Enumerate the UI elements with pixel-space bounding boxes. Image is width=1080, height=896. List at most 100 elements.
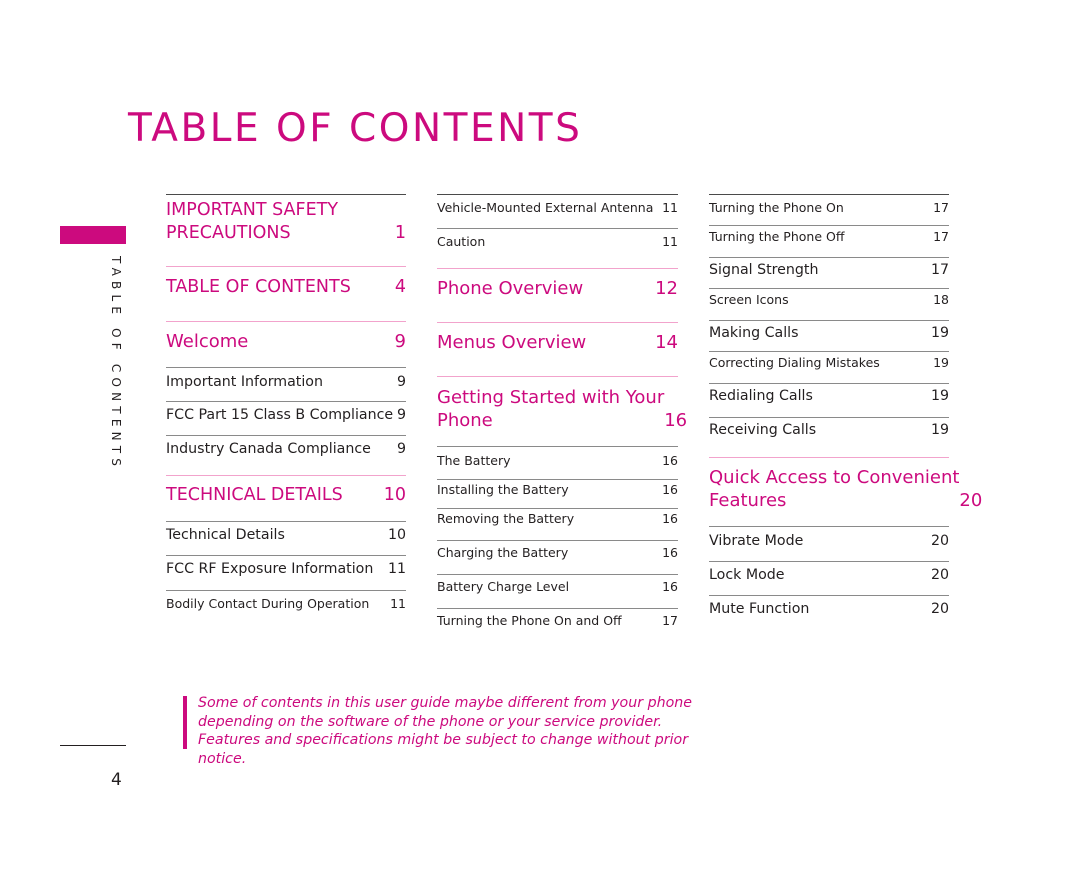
side-section-label: TABLE OF CONTENTS bbox=[109, 256, 123, 472]
toc-entry-page: 16 bbox=[662, 511, 678, 526]
toc-entry-label: Quick Access to Convenient Features bbox=[709, 466, 959, 512]
toc-entry-label: The Battery bbox=[437, 453, 511, 468]
toc-entry-label: Welcome bbox=[166, 331, 249, 352]
toc-entry-bodily-contact[interactable]: Bodily Contact During Operation 11 bbox=[166, 596, 406, 612]
toc-entry-page: 9 bbox=[396, 441, 406, 457]
toc-entry-lock-mode[interactable]: Lock Mode 20 bbox=[709, 567, 949, 584]
toc-entry-page: 20 bbox=[930, 601, 949, 617]
toc-entry-removing-battery[interactable]: Removing the Battery 16 bbox=[437, 511, 678, 527]
divider bbox=[166, 555, 406, 556]
divider bbox=[709, 288, 949, 289]
divider bbox=[709, 225, 949, 226]
toc-entry-page: 20 bbox=[930, 567, 949, 583]
toc-entry-page: 20 bbox=[959, 490, 983, 511]
toc-entry-technical-details[interactable]: Technical Details 10 bbox=[166, 526, 406, 544]
toc-entry-technical-details-section[interactable]: TECHNICAL DETAILS 10 bbox=[166, 484, 406, 507]
note-accent-bar bbox=[183, 696, 187, 749]
toc-entry-charging-battery[interactable]: Charging the Battery 16 bbox=[437, 545, 678, 561]
divider bbox=[166, 435, 406, 436]
toc-entry-label: Turning the Phone On and Off bbox=[437, 613, 622, 628]
toc-entry-page: 9 bbox=[396, 407, 406, 423]
toc-entry-label: Getting Started with Your Phone bbox=[437, 386, 664, 432]
toc-entry-quick-access[interactable]: Quick Access to Convenient Features 20 bbox=[709, 466, 982, 512]
toc-entry-industry-canada[interactable]: Industry Canada Compliance 9 bbox=[166, 440, 406, 458]
divider bbox=[709, 595, 949, 596]
divider bbox=[709, 257, 949, 258]
toc-entry-label: Redialing Calls bbox=[709, 388, 813, 404]
toc-entry-page: 19 bbox=[930, 422, 949, 438]
label-line: Features bbox=[709, 490, 787, 511]
divider bbox=[709, 320, 949, 321]
toc-entry-label: Vehicle-Mounted External Antenna bbox=[437, 200, 654, 215]
divider bbox=[437, 608, 678, 609]
toc-entry-mute-function[interactable]: Mute Function 20 bbox=[709, 601, 949, 618]
toc-entry-page: 19 bbox=[933, 355, 949, 370]
toc-entry-label: FCC RF Exposure Information bbox=[166, 561, 374, 577]
label-line: IMPORTANT SAFETY bbox=[166, 200, 339, 220]
toc-entry-menus-overview[interactable]: Menus Overview 14 bbox=[437, 331, 678, 354]
toc-entry-vehicle-antenna[interactable]: Vehicle-Mounted External Antenna 11 bbox=[437, 200, 678, 216]
toc-entry-getting-started[interactable]: Getting Started with Your Phone 16 bbox=[437, 386, 687, 432]
toc-entry-label: Vibrate Mode bbox=[709, 533, 804, 549]
divider bbox=[709, 526, 949, 527]
toc-entry-battery-charge-level[interactable]: Battery Charge Level 16 bbox=[437, 579, 678, 595]
toc-entry-the-battery[interactable]: The Battery 16 bbox=[437, 453, 678, 469]
divider bbox=[166, 590, 406, 591]
toc-entry-fcc-rf-exposure[interactable]: FCC RF Exposure Information 11 bbox=[166, 560, 406, 578]
toc-entry-correcting-dialing[interactable]: Correcting Dialing Mistakes 19 bbox=[709, 355, 949, 371]
toc-entry-making-calls[interactable]: Making Calls 19 bbox=[709, 325, 949, 342]
divider bbox=[709, 417, 949, 418]
toc-entry-label: Menus Overview bbox=[437, 332, 587, 353]
toc-entry-label: Lock Mode bbox=[709, 567, 785, 583]
toc-entry-page: 17 bbox=[930, 262, 949, 278]
toc-entry-label: FCC Part 15 Class B Compliance bbox=[166, 407, 394, 423]
toc-entry-page: 16 bbox=[664, 410, 688, 431]
divider bbox=[709, 457, 949, 458]
toc-entry-turning-on[interactable]: Turning the Phone On 17 bbox=[709, 200, 949, 216]
toc-entry-label: Mute Function bbox=[709, 601, 810, 617]
toc-entry-important-safety[interactable]: IMPORTANT SAFETY PRECAUTIONS 1 bbox=[166, 199, 406, 245]
section-tab-marker bbox=[60, 226, 126, 244]
toc-entry-signal-strength[interactable]: Signal Strength 17 bbox=[709, 262, 949, 279]
toc-entry-redialing-calls[interactable]: Redialing Calls 19 bbox=[709, 388, 949, 405]
toc-entry-turning-on-off[interactable]: Turning the Phone On and Off 17 bbox=[437, 613, 678, 629]
toc-entry-vibrate-mode[interactable]: Vibrate Mode 20 bbox=[709, 533, 949, 550]
label-line: PRECAUTIONS bbox=[166, 223, 291, 243]
toc-entry-page: 17 bbox=[662, 613, 678, 628]
divider bbox=[437, 446, 678, 447]
toc-entry-phone-overview[interactable]: Phone Overview 12 bbox=[437, 277, 678, 300]
toc-entry-label: Screen Icons bbox=[709, 292, 789, 307]
divider bbox=[166, 194, 406, 195]
label-line: Phone bbox=[437, 410, 493, 431]
toc-entry-label: Turning the Phone On bbox=[709, 200, 844, 215]
toc-entry-page: 20 bbox=[930, 533, 949, 549]
toc-entry-fcc-part-15[interactable]: FCC Part 15 Class B Compliance 9 bbox=[166, 406, 406, 424]
divider bbox=[166, 321, 406, 322]
toc-entry-label: Battery Charge Level bbox=[437, 579, 570, 594]
toc-entry-page: 11 bbox=[662, 200, 678, 215]
toc-entry-important-information[interactable]: Important Information 9 bbox=[166, 373, 406, 391]
toc-entry-page: 17 bbox=[933, 200, 949, 215]
divider bbox=[437, 268, 678, 269]
toc-entry-label: Correcting Dialing Mistakes bbox=[709, 355, 880, 370]
toc-entry-table-of-contents[interactable]: TABLE OF CONTENTS 4 bbox=[166, 276, 406, 299]
toc-entry-page: 18 bbox=[933, 292, 949, 307]
divider bbox=[166, 367, 406, 368]
toc-entry-page: 1 bbox=[394, 223, 406, 243]
page-number: 4 bbox=[111, 770, 122, 790]
toc-entry-installing-battery[interactable]: Installing the Battery 16 bbox=[437, 482, 678, 498]
toc-entry-label: Technical Details bbox=[166, 527, 285, 543]
toc-entry-page: 17 bbox=[933, 229, 949, 244]
toc-entry-turning-off[interactable]: Turning the Phone Off 17 bbox=[709, 229, 949, 245]
toc-entry-page: 16 bbox=[662, 482, 678, 497]
page-title: TABLE OF CONTENTS bbox=[128, 106, 583, 151]
toc-entry-label: Removing the Battery bbox=[437, 511, 575, 526]
toc-entry-page: 9 bbox=[396, 374, 406, 390]
toc-entry-welcome[interactable]: Welcome 9 bbox=[166, 330, 406, 353]
divider bbox=[166, 521, 406, 522]
toc-entry-caution[interactable]: Caution 11 bbox=[437, 234, 678, 250]
divider bbox=[437, 574, 678, 575]
toc-entry-screen-icons[interactable]: Screen Icons 18 bbox=[709, 292, 949, 308]
toc-entry-receiving-calls[interactable]: Receiving Calls 19 bbox=[709, 422, 949, 439]
toc-entry-page: 9 bbox=[394, 331, 406, 352]
